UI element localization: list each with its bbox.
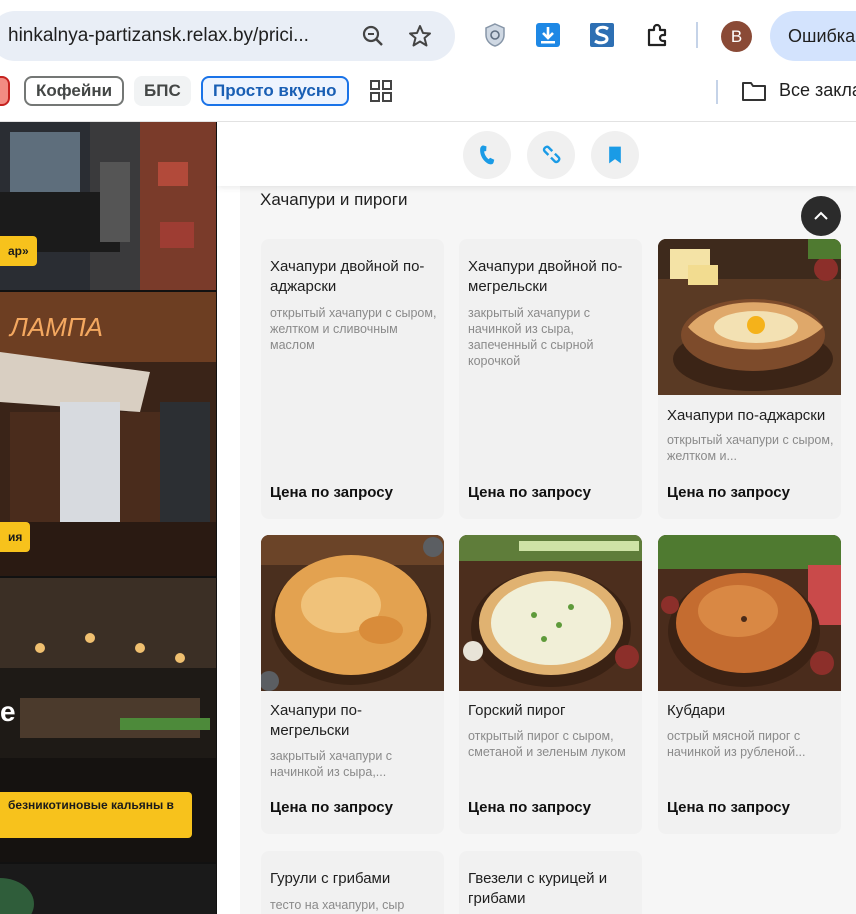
card-price: Цена по запросу xyxy=(468,799,591,816)
phone-button[interactable] xyxy=(463,131,511,179)
scroll-to-top-button[interactable] xyxy=(801,196,841,236)
card-price: Цена по запросу xyxy=(667,799,790,816)
card-name: Гурули с грибами xyxy=(270,870,391,887)
bookmarks-divider xyxy=(716,80,718,104)
card-desc: закрытый хачапури с начинкой из сыра,... xyxy=(270,749,393,779)
card-price: Цена по запросу xyxy=(270,484,393,501)
neon-sign-text: ЛАМПА xyxy=(8,312,103,342)
share-link-button[interactable] xyxy=(527,131,575,179)
web-page: ар» ЛАМПА ия е безникотиновые кальяны в … xyxy=(0,122,856,914)
action-bar xyxy=(217,122,856,186)
error-label: Ошибка xyxy=(788,26,856,46)
card-desc: тесто на хачапури, сыр xyxy=(270,898,405,912)
gorsky-pie-photo xyxy=(459,535,642,691)
card-name: Кубдари xyxy=(667,702,726,719)
browser-toolbar: hinkalnya-partizansk.relax.by/prici... B… xyxy=(0,0,856,72)
chevron-up-icon xyxy=(814,211,828,220)
promo-banner-1[interactable]: ар» xyxy=(0,122,216,290)
link-icon xyxy=(542,145,561,164)
kubdari-photo xyxy=(658,535,841,691)
menu-card[interactable]: Хачапури двойной по-мегрельски закрытый … xyxy=(459,239,642,519)
menu-card[interactable]: Гурули с грибами тесто на хачапури, сыр xyxy=(261,851,444,914)
promo-tag-1: ар» xyxy=(0,236,37,266)
error-button[interactable]: Ошибка xyxy=(770,11,856,61)
khachapuri-adjarian-photo xyxy=(658,239,841,395)
bookmark-coffee[interactable]: Кофейни xyxy=(24,76,125,106)
main-content: Хачапури и пироги Хачапури двойной по-ад… xyxy=(217,122,856,914)
card-name: Горский пирог xyxy=(468,702,566,719)
promo-column: ар» ЛАМПА ия е безникотиновые кальяны в xyxy=(0,122,217,914)
section-title: Хачапури и пироги xyxy=(260,190,408,209)
card-desc: открытый пирог с сыром, сметаной и зелен… xyxy=(468,729,626,759)
shield-extension-icon[interactable] xyxy=(480,20,510,50)
bookmark-bps[interactable]: БПС xyxy=(134,76,191,106)
menu-section: Хачапури и пироги Хачапури двойной по-ад… xyxy=(240,186,856,914)
card-desc: острый мясной пирог с начинкой из рублен… xyxy=(667,729,806,759)
bookmark-button[interactable] xyxy=(591,131,639,179)
profile-avatar[interactable]: B xyxy=(721,21,752,52)
card-price: Цена по запросу xyxy=(468,484,591,501)
zoom-icon[interactable] xyxy=(360,23,386,49)
puzzle-extensions-icon[interactable] xyxy=(642,20,672,50)
promo-tag-2: ия xyxy=(0,522,31,552)
card-price: Цена по запросу xyxy=(270,799,393,816)
promo-photo-2: ЛАМПА xyxy=(0,292,216,576)
toolbar-divider xyxy=(696,22,698,48)
card-desc: закрытый хачапури с начинкой из сыра, за… xyxy=(468,306,594,368)
card-desc: открытый хачапури с сыром, желтком и сли… xyxy=(270,306,437,352)
promo-banner-2[interactable]: ЛАМПА ия xyxy=(0,292,216,576)
menu-card[interactable]: Хачапури двойной по-аджарски открытый ха… xyxy=(261,239,444,519)
menu-card[interactable]: Кубдари острый мясной пирог с начинкой и… xyxy=(658,535,841,834)
khachapuri-megrelian-photo xyxy=(261,535,444,691)
card-name: Гвезели с курицей и грибами xyxy=(468,870,608,907)
menu-card[interactable]: Горский пирог открытый пирог с сыром, см… xyxy=(459,535,642,834)
bookmark-prosto-vkusno[interactable]: Просто вкусно xyxy=(201,76,349,106)
card-name: Хачапури по-мегрельски xyxy=(270,702,362,739)
bookmark-red-chip[interactable] xyxy=(0,76,10,106)
bookmark-icon xyxy=(609,146,621,164)
all-bookmarks-link[interactable]: Все закла xyxy=(779,80,856,101)
address-bar[interactable]: hinkalnya-partizansk.relax.by/prici... xyxy=(0,11,455,61)
card-name: Хачапури двойной по-мегрельски xyxy=(468,258,623,295)
promo-banner-3[interactable]: е безникотиновые кальяны в xyxy=(0,578,216,862)
folder-icon[interactable] xyxy=(741,80,767,102)
menu-card[interactable]: Хачапури по-аджарски открытый хачапури с… xyxy=(658,239,841,519)
promo-photo-4 xyxy=(0,864,216,914)
card-name: Хачапури по-аджарски xyxy=(667,407,826,424)
apps-grid-icon[interactable] xyxy=(370,80,392,102)
s-extension-icon[interactable] xyxy=(587,20,617,50)
promo-banner-4[interactable] xyxy=(0,864,216,914)
card-price: Цена по запросу xyxy=(667,484,790,501)
promo-headline-fragment: е xyxy=(0,696,16,727)
download-extension-icon[interactable] xyxy=(533,20,563,50)
card-desc: открытый хачапури с сыром, желтком и... xyxy=(667,433,834,463)
menu-card[interactable]: Гвезели с курицей и грибами xyxy=(459,851,642,914)
url-text[interactable]: hinkalnya-partizansk.relax.by/prici... xyxy=(8,25,309,47)
promo-tag-3: безникотиновые кальяны в xyxy=(0,792,192,838)
star-icon[interactable] xyxy=(407,23,433,49)
phone-icon xyxy=(480,145,495,165)
bookmarks-bar: Кофейни БПС Просто вкусно Все закла xyxy=(0,72,856,122)
card-name: Хачапури двойной по-аджарски xyxy=(270,258,425,295)
menu-card[interactable]: Хачапури по-мегрельски закрытый хачапури… xyxy=(261,535,444,834)
